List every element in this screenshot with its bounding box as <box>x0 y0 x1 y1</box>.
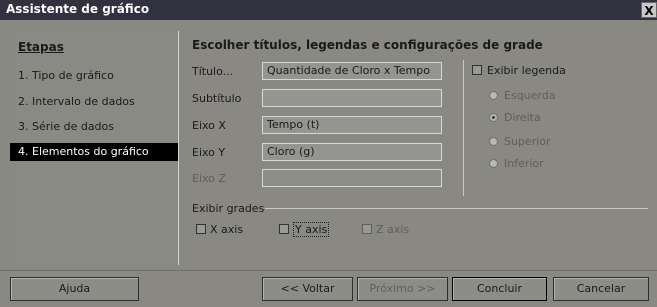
y-axis-grid-label: Y axis <box>293 221 330 237</box>
y-axis-label: Eixo Y <box>192 146 226 159</box>
legend-right-radio: Direita <box>489 110 541 124</box>
step-data-range[interactable]: 2. Intervalo de dados <box>10 93 178 111</box>
z-axis-label: Eixo Z <box>192 172 226 185</box>
section-title: Escolher títulos, legendas e configuraçõ… <box>192 38 543 52</box>
y-axis-grid-checkbox[interactable]: Y axis <box>279 221 330 237</box>
radio-icon <box>489 90 498 100</box>
legend-bottom-label: Inferior <box>504 156 544 170</box>
title-bar: Assistente de gráfico X <box>0 0 657 20</box>
checkbox-icon <box>472 65 482 75</box>
next-button: Próximo >> <box>357 277 448 301</box>
button-separator <box>0 270 657 271</box>
show-grids-label: Exibir grades <box>192 202 265 215</box>
legend-left-label: Esquerda <box>504 88 556 102</box>
x-axis-input[interactable]: Tempo (t) <box>262 116 442 134</box>
vertical-divider <box>463 60 464 196</box>
legend-left-radio: Esquerda <box>489 88 555 102</box>
dialog-title: Assistente de gráfico <box>6 2 150 16</box>
step-chart-type[interactable]: 1. Tipo de gráfico <box>10 67 178 85</box>
radio-icon <box>489 158 498 168</box>
subtitle-label: Subtítulo <box>192 92 242 105</box>
cancel-button[interactable]: Cancelar <box>553 277 649 301</box>
legend-top-label: Superior <box>504 134 551 148</box>
z-axis-grid-label: Z axis <box>376 222 410 236</box>
x-axis-grid-checkbox[interactable]: X axis <box>196 222 243 236</box>
title-label: Título... <box>192 65 234 78</box>
chart-wizard-dialog: Assistente de gráfico X Etapas 1. Tipo d… <box>0 0 657 307</box>
step-chart-elements[interactable]: 4. Elementos do gráfico <box>10 143 178 161</box>
steps-panel: Etapas 1. Tipo de gráfico 2. Intervalo d… <box>10 31 179 265</box>
show-legend-label: Exibir legenda <box>487 63 566 77</box>
legend-bottom-radio: Inferior <box>489 156 544 170</box>
radio-selected-icon <box>489 112 498 122</box>
checkbox-icon <box>279 224 289 234</box>
legend-right-label: Direita <box>504 110 541 124</box>
z-axis-input <box>262 169 442 187</box>
show-legend-checkbox[interactable]: Exibir legenda <box>472 63 566 77</box>
subtitle-input[interactable] <box>262 89 442 107</box>
x-axis-label: Eixo X <box>192 119 226 132</box>
checkbox-icon <box>196 224 206 234</box>
finish-button[interactable]: Concluir <box>452 277 547 301</box>
close-icon[interactable]: X <box>641 2 657 18</box>
title-input[interactable]: Quantidade de Cloro x Tempo <box>262 62 442 80</box>
legend-top-radio: Superior <box>489 134 551 148</box>
x-axis-grid-label: X axis <box>210 222 244 236</box>
z-axis-grid-checkbox: Z axis <box>362 222 409 236</box>
radio-icon <box>489 136 498 146</box>
step-data-series[interactable]: 3. Série de dados <box>10 118 178 136</box>
checkbox-icon <box>362 224 372 234</box>
grids-separator <box>265 208 648 209</box>
y-axis-input[interactable]: Cloro (g) <box>262 143 442 161</box>
help-button[interactable]: Ajuda <box>10 277 139 301</box>
steps-heading: Etapas <box>18 40 64 54</box>
back-button[interactable]: << Voltar <box>262 277 353 301</box>
